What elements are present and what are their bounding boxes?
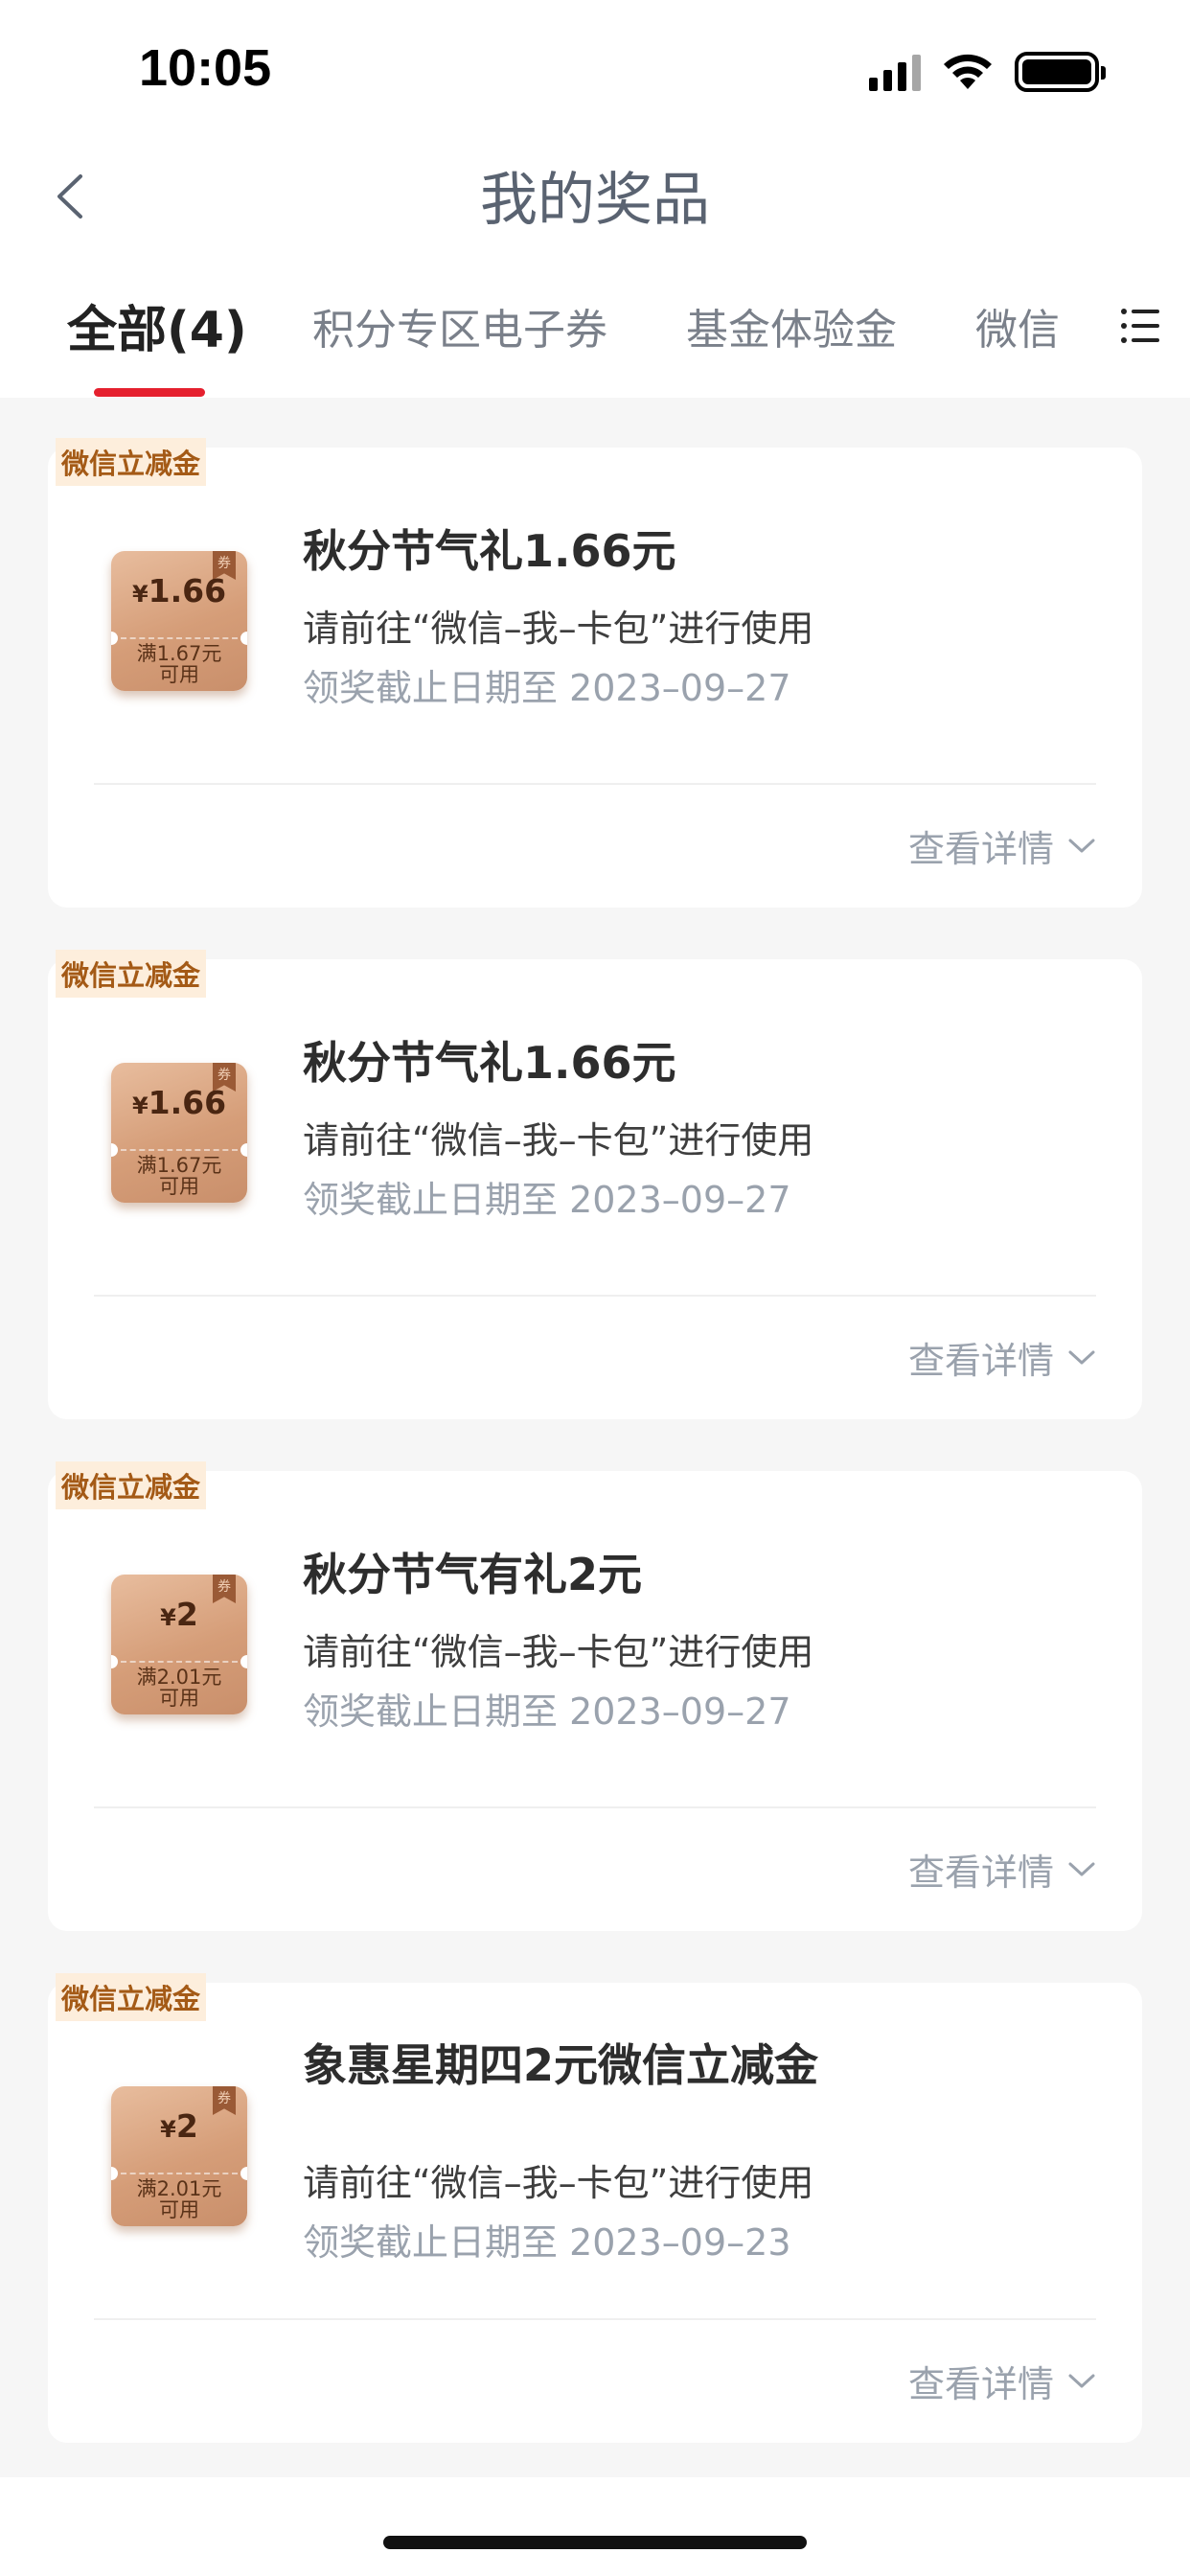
- coupon-amount-value: 2: [175, 1596, 198, 1633]
- prize-title: 象惠星期四2元微信立减金: [303, 2039, 819, 2091]
- coupon-icon: 券 ¥2 满2.01元 可用: [111, 1575, 247, 1714]
- prize-description: 请前往“微信–我–卡包”进行使用: [303, 2162, 814, 2204]
- coupon-ribbon-label: 券: [217, 556, 231, 571]
- prize-description: 请前往“微信–我–卡包”进行使用: [303, 608, 814, 650]
- status-time: 10:05: [139, 39, 272, 97]
- card-divider: [94, 1806, 1096, 1808]
- home-indicator[interactable]: [383, 2536, 807, 2549]
- coupon-threshold: 满1.67元 可用: [111, 1155, 247, 1197]
- coupon-threshold-line1: 满1.67元: [136, 642, 222, 665]
- status-bar: 10:05: [0, 0, 1190, 144]
- prize-card: 微信立减金 券 ¥1.66 满1.67元 可用 秋分节气礼1.66元 请前往“微信…: [48, 950, 1142, 1419]
- wifi-icon: [944, 54, 992, 89]
- prize-deadline: 领奖截止日期至 2023–09–27: [303, 667, 791, 709]
- tab-wechat[interactable]: 微信: [975, 295, 1060, 356]
- cellular-signal-icon: [869, 53, 921, 91]
- coupon-ribbon-label: 券: [217, 1579, 231, 1595]
- bottom-safe-area: [0, 2477, 1190, 2576]
- card-divider: [94, 2318, 1096, 2320]
- chevron-down-icon: [1068, 2374, 1095, 2387]
- prize-card: 微信立减金 券 ¥1.66 满1.67元 可用 秋分节气礼1.66元 请前往“微信…: [48, 438, 1142, 908]
- nav-bar: 我的奖品: [0, 144, 1190, 249]
- prize-description: 请前往“微信–我–卡包”进行使用: [303, 1631, 814, 1673]
- currency-symbol: ¥: [131, 581, 149, 608]
- prize-type-badge: 微信立减金: [56, 438, 207, 486]
- coupon-threshold: 满1.67元 可用: [111, 643, 247, 685]
- chevron-down-icon: [1068, 839, 1095, 852]
- view-details-button[interactable]: 查看详情: [908, 1843, 1096, 1896]
- coupon-threshold: 满2.01元 可用: [111, 1667, 247, 1709]
- coupon-threshold-line1: 满2.01元: [136, 1666, 222, 1689]
- currency-symbol: ¥: [160, 2116, 176, 2143]
- battery-icon: [1015, 52, 1106, 92]
- card-divider: [94, 783, 1096, 785]
- prize-title: 秋分节气礼1.66元: [303, 1037, 676, 1089]
- coupon-threshold-line2: 可用: [159, 1687, 199, 1710]
- chevron-down-icon: [1068, 1862, 1095, 1875]
- coupon-amount: ¥1.66: [111, 572, 247, 610]
- active-tab-indicator: [94, 388, 205, 397]
- view-details-button[interactable]: 查看详情: [908, 2355, 1096, 2407]
- prize-deadline: 领奖截止日期至 2023–09–27: [303, 1179, 791, 1221]
- prize-title: 秋分节气有礼2元: [303, 1549, 643, 1600]
- coupon-amount: ¥2: [111, 2107, 247, 2145]
- view-details-label: 查看详情: [907, 2363, 1054, 2405]
- coupon-icon: 券 ¥2 满2.01元 可用: [111, 2086, 247, 2226]
- prize-type-badge: 微信立减金: [56, 1973, 207, 2021]
- view-details-label: 查看详情: [907, 828, 1054, 870]
- prize-type-badge: 微信立减金: [56, 1461, 207, 1509]
- coupon-threshold: 满2.01元 可用: [111, 2178, 247, 2220]
- coupon-amount: ¥1.66: [111, 1084, 247, 1121]
- coupon-amount-value: 1.66: [148, 572, 227, 610]
- coupon-threshold-line2: 可用: [159, 2198, 199, 2221]
- prize-deadline: 领奖截止日期至 2023–09–23: [303, 2221, 791, 2264]
- coupon-icon: 券 ¥1.66 满1.67元 可用: [111, 551, 247, 691]
- prize-type-badge: 微信立减金: [56, 950, 207, 998]
- status-icons: [869, 48, 1106, 96]
- coupon-threshold-line2: 可用: [159, 1175, 199, 1198]
- prize-deadline: 领奖截止日期至 2023–09–27: [303, 1690, 791, 1733]
- coupon-amount-value: 1.66: [148, 1084, 227, 1121]
- tab-fund-trial-gold[interactable]: 基金体验金: [686, 295, 897, 356]
- card-divider: [94, 1295, 1096, 1297]
- coupon-threshold-line1: 满1.67元: [136, 1154, 222, 1177]
- prize-title: 秋分节气礼1.66元: [303, 525, 676, 577]
- prize-description: 请前往“微信–我–卡包”进行使用: [303, 1119, 814, 1162]
- coupon-ribbon-label: 券: [217, 1068, 231, 1083]
- coupon-amount-value: 2: [175, 2107, 198, 2145]
- coupon-threshold-line2: 可用: [159, 663, 199, 686]
- coupon-amount: ¥2: [111, 1596, 247, 1633]
- page-title: 我的奖品: [480, 167, 710, 234]
- prize-card: 微信立减金 券 ¥2 满2.01元 可用 秋分节气有礼2元 请前往“微信–我–卡包…: [48, 1461, 1142, 1931]
- view-details-label: 查看详情: [907, 1852, 1054, 1894]
- view-details-label: 查看详情: [907, 1340, 1054, 1382]
- coupon-icon: 券 ¥1.66 满1.67元 可用: [111, 1063, 247, 1203]
- tab-all[interactable]: 全部(4): [67, 289, 247, 361]
- coupon-threshold-line1: 满2.01元: [136, 2177, 222, 2200]
- tab-points-ecoupons[interactable]: 积分专区电子券: [312, 295, 607, 356]
- list-menu-icon[interactable]: [1119, 305, 1161, 347]
- coupon-ribbon-label: 券: [217, 2091, 231, 2106]
- view-details-button[interactable]: 查看详情: [908, 819, 1096, 872]
- view-details-button[interactable]: 查看详情: [908, 1331, 1096, 1384]
- currency-symbol: ¥: [160, 1604, 176, 1631]
- tab-bar: 全部(4) 积分专区电子券 基金体验金 微信: [0, 249, 1190, 398]
- currency-symbol: ¥: [131, 1092, 149, 1119]
- chevron-down-icon: [1068, 1350, 1095, 1364]
- prize-card: 微信立减金 券 ¥2 满2.01元 可用 象惠星期四2元微信立减金 请前往“微信–…: [48, 1973, 1142, 2443]
